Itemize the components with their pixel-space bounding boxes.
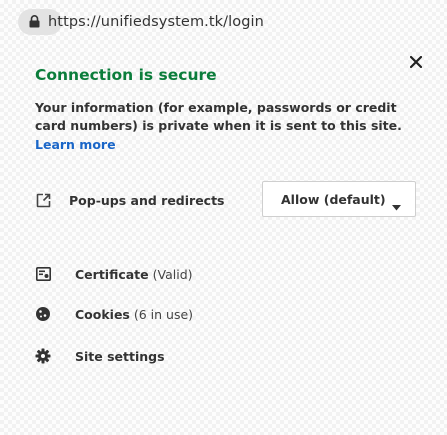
gear-icon — [35, 348, 51, 364]
site-info-panel: Connection is secure Your information (f… — [0, 44, 447, 435]
certificate-label: Certificate — [75, 266, 149, 282]
security-description: Your information (for example, passwords… — [35, 100, 402, 133]
close-icon — [409, 53, 423, 72]
lock-icon — [29, 13, 40, 32]
popups-permission-select[interactable]: Allow (default) — [262, 181, 416, 217]
learn-more-link[interactable]: Learn more — [35, 137, 116, 152]
select-value: Allow (default) — [281, 191, 386, 207]
cookie-icon — [35, 306, 51, 322]
site-settings-label: Site settings — [75, 348, 165, 364]
connection-secure-title: Connection is secure — [35, 66, 217, 84]
cookies-status: (6 in use) — [133, 306, 194, 322]
url-text: https://unifiedsystem.tk/login — [48, 14, 264, 30]
address-bar[interactable]: https://unifiedsystem.tk/login — [18, 8, 318, 36]
popup-icon — [35, 192, 51, 208]
cookies-row[interactable]: Cookies (6 in use) — [35, 306, 193, 322]
certificate-icon — [35, 266, 51, 282]
cookies-label: Cookies — [75, 306, 130, 322]
certificate-row[interactable]: Certificate (Valid) — [35, 266, 193, 282]
permission-row-popups: Pop-ups and redirects — [35, 192, 225, 208]
permission-label: Pop-ups and redirects — [69, 192, 225, 208]
site-settings-row[interactable]: Site settings — [35, 348, 165, 364]
dropdown-arrow-icon — [392, 196, 401, 215]
close-button[interactable] — [406, 52, 426, 72]
certificate-status: (Valid) — [152, 266, 193, 282]
